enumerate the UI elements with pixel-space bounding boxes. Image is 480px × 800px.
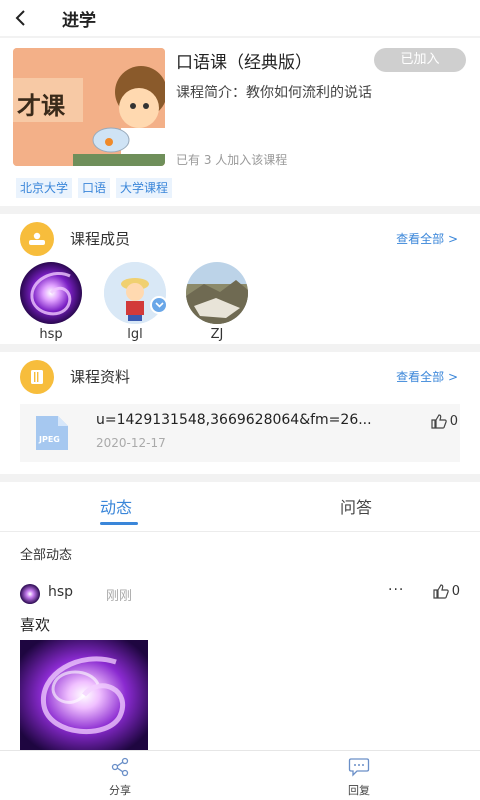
share-button[interactable]: 分享 — [90, 757, 150, 798]
section-title: 课程成员 — [70, 230, 131, 248]
post-header: hsp 刚刚 ··· 0 — [20, 582, 460, 604]
reply-button[interactable]: 回复 — [329, 757, 389, 798]
file-like-button[interactable]: 0 — [431, 414, 458, 429]
course-title: 口语课（经典版） — [176, 53, 312, 73]
course-tags: 北京大学 口语 大学课程 — [16, 178, 173, 198]
jpeg-file-icon: JPEG — [32, 414, 72, 456]
tab-qa[interactable]: 问答 — [340, 494, 372, 518]
feed-title: 全部动态 — [20, 548, 73, 563]
materials-icon — [20, 360, 54, 394]
member-name: hsp — [39, 327, 63, 342]
file-date: 2020-12-17 — [96, 436, 166, 450]
course-cover-image[interactable]: 才课 — [13, 48, 165, 166]
page-title: 进学 — [62, 10, 96, 31]
section-title: 课程资料 — [70, 368, 131, 386]
file-name: u=1429131548,3669628064&fm=26... — [96, 412, 372, 428]
reply-label: 回复 — [348, 784, 370, 797]
comment-icon — [348, 758, 370, 777]
feed-section: 全部动态 hsp 刚刚 ··· 0 喜欢 — [0, 532, 480, 750]
thumbs-up-icon — [433, 584, 449, 599]
thumbs-up-icon — [431, 414, 447, 429]
members-icon — [20, 222, 54, 256]
post-text: 喜欢 — [20, 616, 51, 634]
member-item[interactable]: ZJ — [184, 262, 250, 342]
file-type-label: JPEG — [38, 435, 60, 444]
content-tabs: 动态 问答 — [0, 482, 480, 532]
verified-badge-icon — [150, 296, 168, 314]
course-tag[interactable]: 北京大学 — [16, 178, 73, 198]
course-card: 才课 口语课（经典版） 已加入 课程简介：教你如何流利的说话 已有 3 人加入该… — [0, 38, 480, 206]
bottom-action-bar: 分享 回复 — [0, 750, 480, 800]
course-materials-section: 课程资料 查看全部 > JPEG u=1429131548,3669628064… — [0, 352, 480, 474]
top-bar: 进学 — [0, 0, 480, 36]
post-time: 刚刚 — [106, 589, 133, 604]
chevron-left-icon — [15, 10, 25, 26]
share-label: 分享 — [109, 784, 131, 797]
member-name: lgl — [127, 327, 143, 342]
post-username[interactable]: hsp — [48, 584, 73, 600]
cover-text: 才课 — [17, 92, 66, 120]
see-all-members-link[interactable]: 查看全部 > — [396, 230, 458, 247]
file-like-count: 0 — [449, 414, 458, 429]
course-members-section: 课程成员 查看全部 > hsp lgl ZJ — [0, 214, 480, 344]
more-options-button[interactable]: ··· — [388, 582, 404, 598]
course-tag[interactable]: 口语 — [78, 178, 111, 198]
avatar — [186, 262, 248, 324]
tab-dynamic[interactable]: 动态 — [100, 494, 132, 518]
member-name: ZJ — [210, 327, 224, 342]
avatar — [20, 262, 82, 324]
share-icon — [111, 757, 129, 777]
member-item[interactable]: hsp — [18, 262, 84, 342]
member-item[interactable]: lgl — [102, 262, 168, 342]
material-file-item[interactable]: JPEG u=1429131548,3669628064&fm=26... 20… — [20, 404, 460, 462]
see-all-materials-link[interactable]: 查看全部 > — [396, 368, 458, 385]
avatar — [104, 262, 166, 324]
back-button[interactable] — [0, 0, 42, 36]
post-image[interactable] — [20, 640, 148, 750]
member-count: 已有 3 人加入该课程 — [176, 153, 288, 167]
active-tab-indicator — [100, 522, 138, 525]
joined-button[interactable]: 已加入 — [374, 48, 466, 72]
post-like-count: 0 — [451, 584, 460, 599]
course-description: 课程简介：教你如何流利的说话 — [176, 85, 372, 101]
post-like-button[interactable]: 0 — [433, 584, 460, 599]
course-tag[interactable]: 大学课程 — [116, 178, 173, 198]
avatar[interactable] — [20, 584, 40, 604]
